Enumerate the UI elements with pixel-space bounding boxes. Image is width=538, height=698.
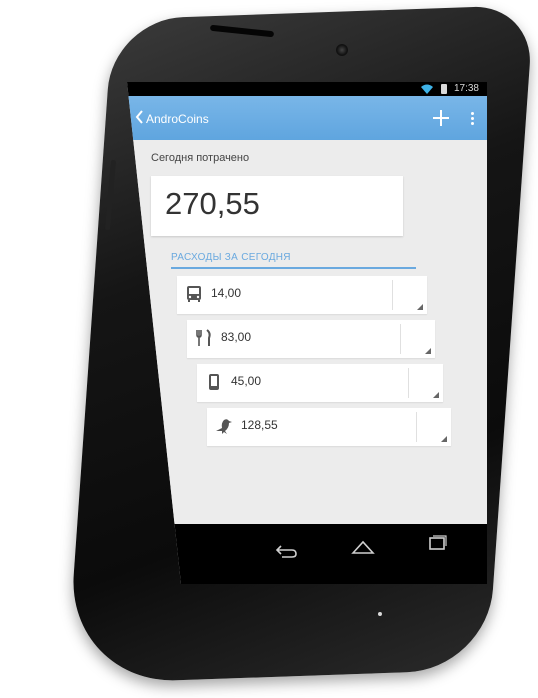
corner-indicator-icon xyxy=(433,392,439,398)
expense-item[interactable]: 45,00 xyxy=(197,364,443,402)
status-bar: 17:38 xyxy=(127,82,487,96)
total-amount: 270,55 xyxy=(165,186,260,221)
wifi-icon xyxy=(421,84,433,94)
item-divider xyxy=(392,280,393,310)
front-camera xyxy=(336,44,348,56)
screen: 17:38 AndroCoins Сегодня потрачено 270,5… xyxy=(127,82,487,584)
item-divider xyxy=(400,324,401,354)
main-content: Сегодня потрачено 270,55 РАСХОДЫ ЗА СЕГО… xyxy=(127,140,487,524)
overflow-menu-icon[interactable] xyxy=(465,110,479,128)
action-bar: AndroCoins xyxy=(127,96,487,140)
amount-card: 270,55 xyxy=(151,176,403,236)
corner-indicator-icon xyxy=(417,304,423,310)
phone-device: 17:38 AndroCoins Сегодня потрачено 270,5… xyxy=(0,0,538,698)
expense-item[interactable]: 128,55 xyxy=(207,408,451,446)
corner-indicator-icon xyxy=(425,348,431,354)
fork-knife-icon xyxy=(196,329,211,346)
bird-icon xyxy=(216,419,232,434)
nav-back-icon[interactable] xyxy=(272,542,300,560)
expense-item[interactable]: 14,00 xyxy=(177,276,427,314)
nav-home-icon[interactable] xyxy=(349,538,377,556)
item-divider xyxy=(408,368,409,398)
nav-recents-icon[interactable] xyxy=(423,534,451,552)
spent-today-label: Сегодня потрачено xyxy=(151,152,250,164)
expense-item[interactable]: 83,00 xyxy=(187,320,435,358)
battery-icon xyxy=(441,84,447,94)
section-title: РАСХОДЫ ЗА СЕГОДНЯ xyxy=(171,252,291,263)
bus-icon xyxy=(187,286,201,302)
back-chevron-icon[interactable] xyxy=(135,110,145,124)
status-time: 17:38 xyxy=(453,83,479,94)
corner-indicator-icon xyxy=(441,436,447,442)
section-divider xyxy=(171,267,416,269)
system-nav-bar xyxy=(127,524,487,584)
expense-amount: 83,00 xyxy=(221,330,252,344)
expense-amount: 14,00 xyxy=(211,286,242,300)
expense-amount: 128,55 xyxy=(241,418,278,432)
plus-icon[interactable] xyxy=(429,106,453,130)
notification-led xyxy=(378,612,382,616)
app-title[interactable]: AndroCoins xyxy=(146,112,209,126)
item-divider xyxy=(416,412,417,442)
phone-icon xyxy=(209,374,219,390)
expense-amount: 45,00 xyxy=(231,374,262,388)
